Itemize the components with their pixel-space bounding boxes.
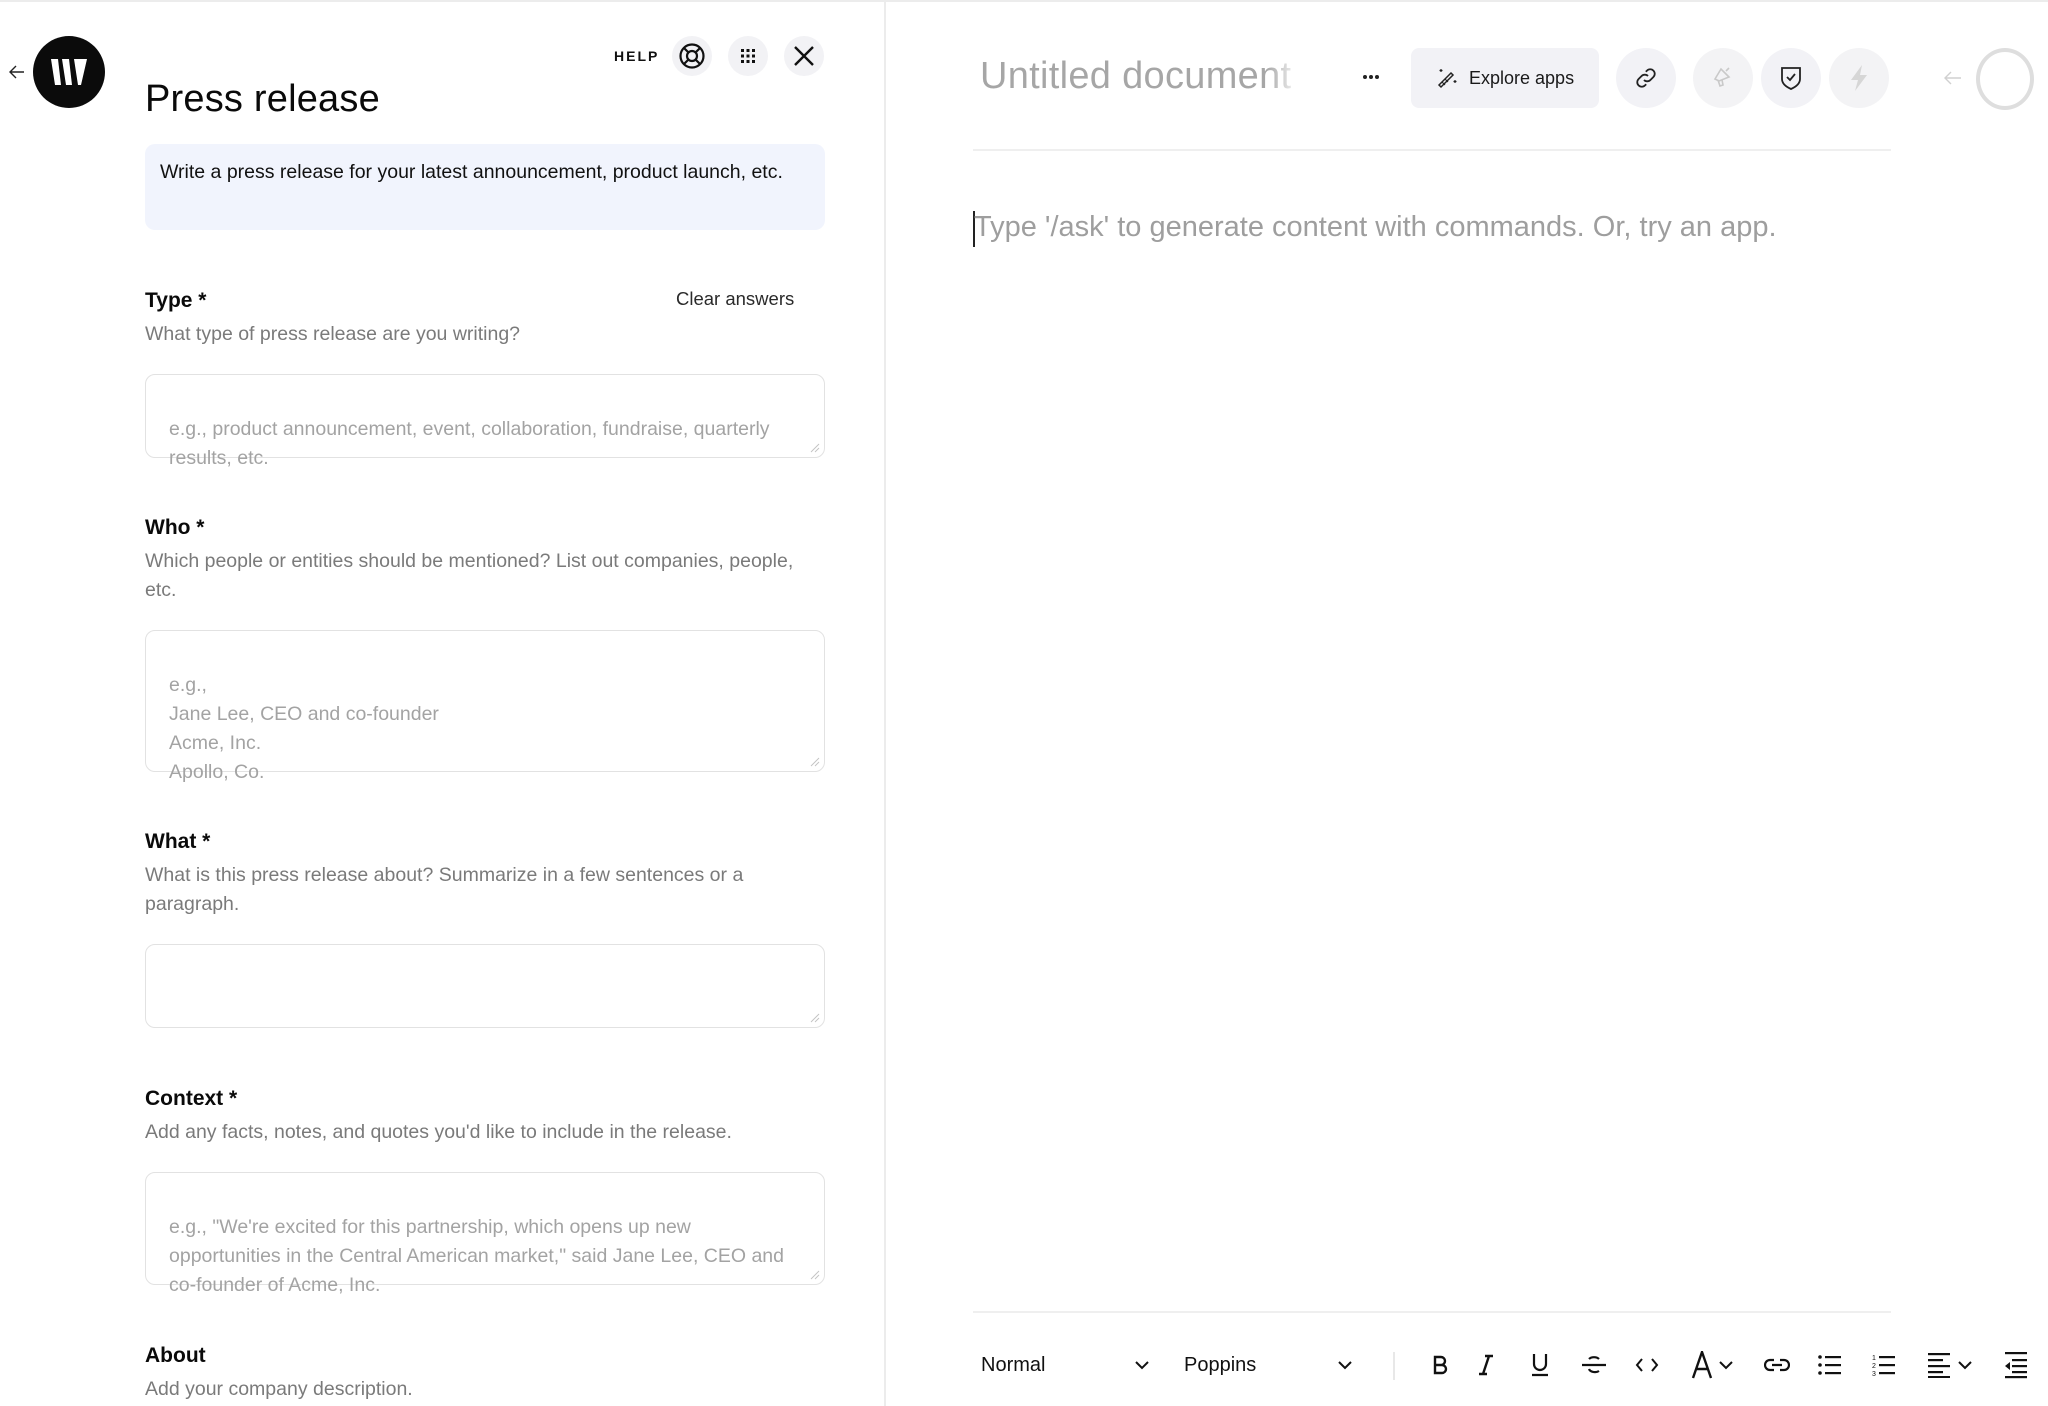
close-button[interactable] xyxy=(784,36,824,76)
field-help-about: Add your company description. xyxy=(145,1378,413,1400)
bold-button[interactable] xyxy=(1426,1349,1454,1381)
paragraph-style-select[interactable]: Normal xyxy=(981,1350,1149,1380)
quick-actions-button[interactable] xyxy=(1829,48,1889,108)
context-textarea[interactable]: e.g., "We're excited for this partnershi… xyxy=(145,1172,825,1296)
text-color-icon xyxy=(1691,1351,1713,1379)
page-title: Press release xyxy=(145,78,380,120)
paragraph-style-value: Normal xyxy=(981,1353,1046,1376)
avatar[interactable] xyxy=(1976,48,2034,110)
strikethrough-icon xyxy=(1582,1356,1606,1374)
lifebuoy-icon xyxy=(679,43,705,69)
insert-link-button[interactable] xyxy=(1762,1349,1792,1381)
shield-check-icon xyxy=(1781,67,1801,90)
underline-button[interactable] xyxy=(1526,1349,1554,1381)
code-icon xyxy=(1635,1358,1659,1372)
panel-divider[interactable] xyxy=(884,0,886,1406)
arrow-left-icon xyxy=(9,65,24,79)
field-label-context: Context * xyxy=(145,1087,238,1110)
megaphone-icon xyxy=(1713,67,1731,88)
w-logo-icon xyxy=(51,59,87,85)
magic-wand-icon xyxy=(1437,69,1457,89)
numbered-list-button[interactable]: 1 2 3 xyxy=(1869,1349,1899,1381)
resize-handle-icon[interactable] xyxy=(808,755,820,767)
outdent-icon xyxy=(2005,1352,2027,1379)
context-placeholder: e.g., "We're excited for this partnershi… xyxy=(169,1216,785,1296)
lightning-icon xyxy=(1851,65,1867,91)
window-top-border xyxy=(0,0,2048,2)
chevron-down-icon xyxy=(1135,1360,1149,1369)
chevron-down-icon xyxy=(1958,1360,1972,1369)
resize-handle-icon[interactable] xyxy=(808,1268,820,1280)
chevron-down-icon xyxy=(1719,1360,1733,1369)
italic-icon xyxy=(1479,1354,1493,1376)
who-placeholder: e.g., Jane Lee, CEO and co-founder Acme,… xyxy=(169,674,439,783)
more-options-button[interactable] xyxy=(1358,64,1384,90)
type-textarea[interactable]: e.g., product announcement, event, colla… xyxy=(145,374,825,469)
what-textarea[interactable] xyxy=(145,944,825,1028)
bullet-list-button[interactable] xyxy=(1815,1349,1845,1381)
arrow-left-icon xyxy=(1944,71,1961,85)
field-label-about: About xyxy=(145,1344,206,1367)
editor-placeholder[interactable]: Type '/ask' to generate content with com… xyxy=(974,211,1777,244)
align-left-icon xyxy=(1928,1353,1950,1378)
code-button[interactable] xyxy=(1632,1349,1662,1381)
help-link[interactable]: HELP xyxy=(614,48,659,64)
link-icon xyxy=(1764,1358,1790,1372)
strikethrough-button[interactable] xyxy=(1579,1349,1609,1381)
outdent-button[interactable] xyxy=(2000,1349,2030,1381)
resize-handle-icon[interactable] xyxy=(808,1011,820,1023)
apps-grid-button[interactable] xyxy=(728,36,768,76)
more-horizontal-icon xyxy=(1363,75,1379,79)
close-icon xyxy=(794,46,814,66)
font-family-value: Poppins xyxy=(1184,1353,1257,1376)
field-label-what: What * xyxy=(145,830,211,853)
bold-icon xyxy=(1433,1355,1448,1375)
grid-dots-icon xyxy=(741,49,755,63)
clear-answers-button[interactable]: Clear answers xyxy=(676,288,794,310)
bullet-list-icon xyxy=(1818,1355,1841,1375)
svg-text:1: 1 xyxy=(1872,1355,1876,1362)
explore-apps-button[interactable]: Explore apps xyxy=(1411,48,1599,108)
header-separator xyxy=(973,149,1891,151)
field-label-who: Who * xyxy=(145,516,205,539)
field-help-context: Add any facts, notes, and quotes you'd l… xyxy=(145,1121,732,1143)
svg-text:3: 3 xyxy=(1872,1371,1876,1377)
field-help-who: Which people or entities should be menti… xyxy=(145,550,794,601)
field-help-type: What type of press release are you writi… xyxy=(145,323,521,345)
field-label-type: Type * xyxy=(145,289,207,312)
help-button[interactable] xyxy=(672,36,712,76)
toolbar-divider xyxy=(1393,1352,1395,1380)
field-help-what: What is this press release about? Summar… xyxy=(145,864,744,915)
publish-button[interactable] xyxy=(1693,48,1753,108)
toolbar-separator xyxy=(973,1311,1891,1313)
app-logo[interactable] xyxy=(33,36,105,108)
link-icon xyxy=(1636,68,1656,88)
document-title[interactable]: Untitled document xyxy=(980,55,1291,98)
align-button[interactable] xyxy=(1924,1349,1976,1381)
type-placeholder: e.g., product announcement, event, colla… xyxy=(169,418,770,469)
collapse-button[interactable] xyxy=(1941,66,1965,90)
text-color-button[interactable] xyxy=(1686,1349,1738,1381)
svg-text:2: 2 xyxy=(1872,1363,1876,1370)
italic-button[interactable] xyxy=(1472,1349,1500,1381)
back-button[interactable] xyxy=(6,58,28,86)
template-description: Write a press release for your latest an… xyxy=(145,144,825,230)
numbered-list-icon: 1 2 3 xyxy=(1872,1355,1895,1377)
share-link-button[interactable] xyxy=(1616,48,1676,108)
font-family-select[interactable]: Poppins xyxy=(1184,1350,1352,1380)
who-textarea[interactable]: e.g., Jane Lee, CEO and co-founder Acme,… xyxy=(145,630,825,783)
brand-check-button[interactable] xyxy=(1761,48,1821,108)
explore-apps-label: Explore apps xyxy=(1469,67,1575,88)
chevron-down-icon xyxy=(1338,1360,1352,1369)
underline-icon xyxy=(1532,1354,1548,1377)
resize-handle-icon[interactable] xyxy=(808,441,820,453)
